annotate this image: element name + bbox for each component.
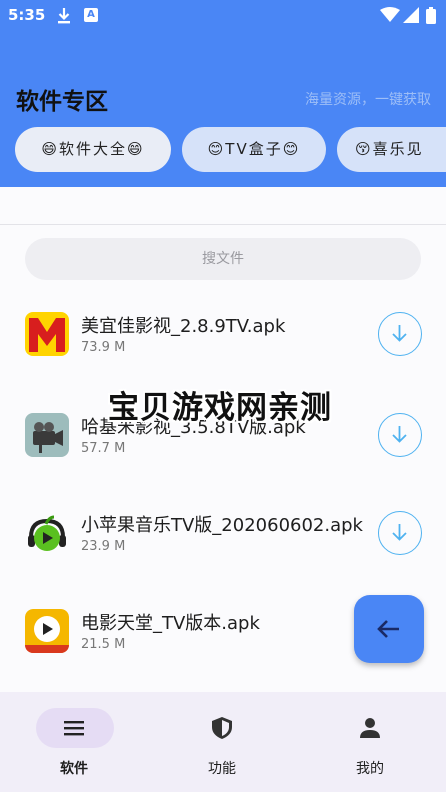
divider <box>0 224 446 225</box>
nav-label: 我的 <box>356 761 384 777</box>
download-icon <box>392 426 407 443</box>
shield-icon <box>212 717 232 739</box>
page-subtitle: 海量资源，一键获取 <box>305 92 431 108</box>
arrow-left-icon <box>377 620 399 638</box>
header: 软件专区 海量资源，一键获取 😄软件大全😄 😊TV盒子😊 😚喜乐见 <box>0 32 446 187</box>
chip-tv-box[interactable]: 😊TV盒子😊 <box>182 127 326 172</box>
file-size: 23.9 M <box>81 539 126 554</box>
file-name: 小苹果音乐TV版_202060602.apk <box>81 515 363 536</box>
download-icon <box>392 325 407 342</box>
status-bar: 5:35 A <box>0 0 446 32</box>
category-chips: 😄软件大全😄 😊TV盒子😊 😚喜乐见 <box>0 127 446 173</box>
chip-xilejian[interactable]: 😚喜乐见 <box>337 127 446 172</box>
file-size: 21.5 M <box>81 637 126 652</box>
status-time: 5:35 <box>8 6 46 24</box>
file-item[interactable]: 哈基米影视_3.5.8TV版.apk 57.7 M <box>0 413 446 511</box>
green-apple-app-icon <box>25 511 69 555</box>
page-title: 软件专区 <box>16 89 108 115</box>
chip-software-all[interactable]: 😄软件大全😄 <box>15 127 171 172</box>
meiyijia-app-icon <box>25 312 69 356</box>
back-fab-button[interactable] <box>354 595 424 663</box>
wifi-icon <box>380 7 400 22</box>
file-name: 美宜佳影视_2.8.9TV.apk <box>81 316 286 337</box>
battery-icon <box>426 7 436 24</box>
app-notification-icon: A <box>84 8 98 22</box>
search-input[interactable]: 搜文件 <box>25 238 421 280</box>
download-button[interactable] <box>378 413 422 457</box>
download-button[interactable] <box>378 312 422 356</box>
nav-item-mine[interactable]: 我的 <box>296 692 444 792</box>
camera-app-icon <box>25 413 69 457</box>
watermark: 宝贝游戏网亲测 <box>108 390 332 426</box>
download-button[interactable] <box>378 511 422 555</box>
bottom-navigation: 软件 功能 我的 <box>0 692 446 792</box>
nav-item-features[interactable]: 功能 <box>148 692 296 792</box>
download-status-icon <box>58 8 70 24</box>
menu-icon <box>64 721 84 736</box>
nav-item-software[interactable]: 软件 <box>0 692 148 792</box>
file-size: 57.7 M <box>81 441 126 456</box>
nav-label: 功能 <box>208 761 236 777</box>
movie-heaven-app-icon <box>25 609 69 653</box>
file-name: 电影天堂_TV版本.apk <box>81 613 260 634</box>
nav-label: 软件 <box>60 761 88 777</box>
person-icon <box>360 718 380 738</box>
file-size: 73.9 M <box>81 340 126 355</box>
download-icon <box>392 524 407 541</box>
signal-icon <box>403 7 419 23</box>
